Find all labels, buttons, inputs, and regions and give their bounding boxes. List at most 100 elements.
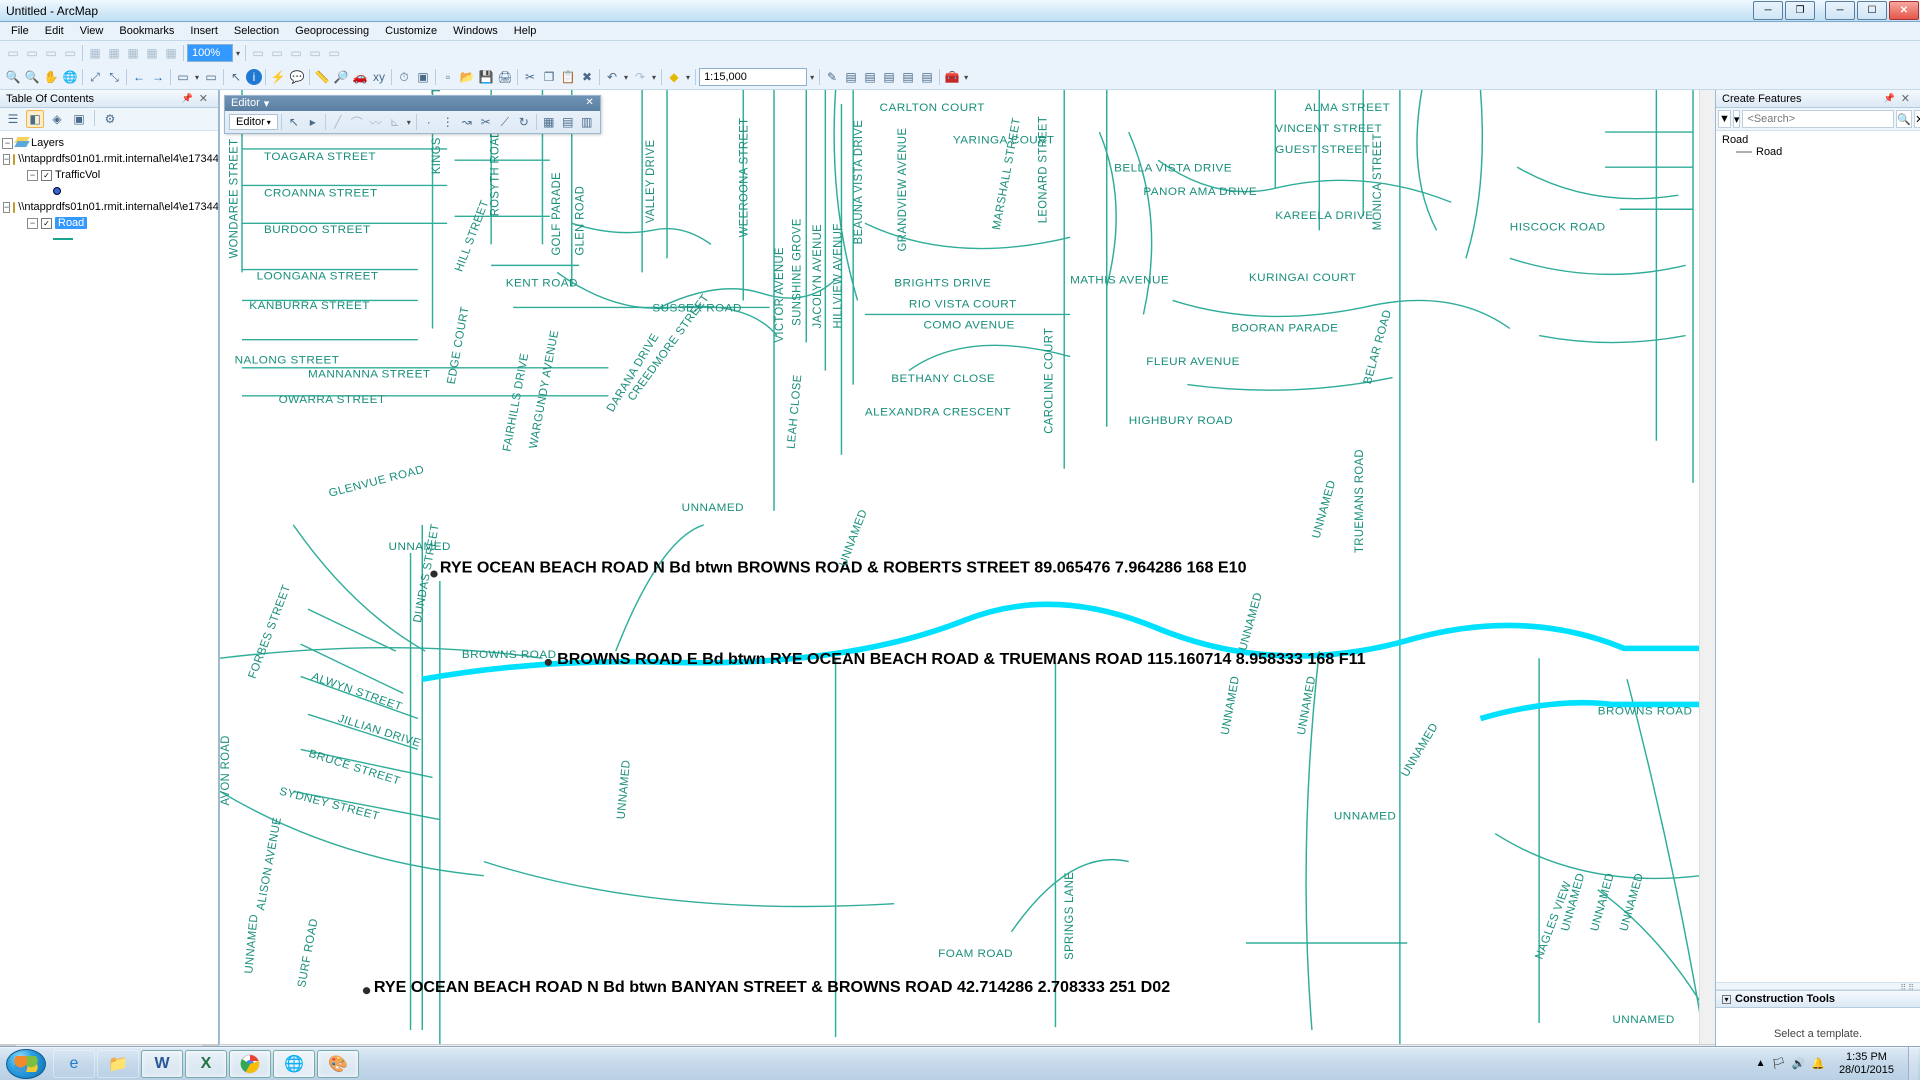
tb-btn-icon[interactable]: ▦ xyxy=(86,44,104,62)
taskbar-chrome-icon[interactable] xyxy=(229,1050,271,1078)
menu-help[interactable]: Help xyxy=(507,23,544,39)
straight-segment-icon[interactable]: ╱ xyxy=(329,113,347,131)
taskbar-clock[interactable]: 1:35 PM 28/01/2015 xyxy=(1831,1051,1902,1075)
dropdown-icon[interactable]: ▾ xyxy=(808,73,816,82)
options-icon[interactable]: ⚙ xyxy=(101,110,119,128)
tb-btn-icon[interactable]: ▭ xyxy=(23,44,41,62)
tray-up-icon[interactable]: ▲ xyxy=(1756,1058,1766,1069)
tb-btn-icon[interactable]: ▦ xyxy=(162,44,180,62)
dropdown-icon[interactable]: ▾ xyxy=(684,73,692,82)
tb-btn-icon[interactable]: ▭ xyxy=(325,44,343,62)
tree-root[interactable]: − Layers xyxy=(2,135,216,151)
clear-search-icon[interactable]: ✕ xyxy=(1914,110,1920,128)
show-desktop-button[interactable] xyxy=(1908,1047,1918,1080)
close-icon[interactable]: ✕ xyxy=(195,92,212,105)
menu-selection[interactable]: Selection xyxy=(227,23,286,39)
create-features-header[interactable]: Create Features 📌 ✕ xyxy=(1716,90,1920,108)
minimize2-button[interactable]: ─ xyxy=(1825,1,1855,20)
tree-layer-trafficvol[interactable]: −✓ TrafficVol xyxy=(2,167,216,183)
dropdown-icon[interactable]: ▾ xyxy=(405,118,413,127)
editor-menu-dropdown[interactable]: Editor▾ xyxy=(229,114,278,130)
delete-icon[interactable]: ✖ xyxy=(578,68,596,86)
menu-edit[interactable]: Edit xyxy=(38,23,71,39)
tray-network-icon[interactable]: 🔊 xyxy=(1792,1057,1806,1070)
taskbar-explorer-icon[interactable]: 📁 xyxy=(97,1050,139,1078)
tree-group[interactable]: − \\ntapprdfs01n01.rmit.internal\el4\e17… xyxy=(2,151,216,167)
search-icon[interactable]: 🔍 xyxy=(1896,110,1912,128)
restore-button[interactable]: ❐ xyxy=(1785,1,1815,20)
save-icon[interactable]: 💾 xyxy=(477,68,495,86)
taskbar-ie-icon[interactable]: e xyxy=(53,1050,95,1078)
editor-dropdown-icon[interactable]: ▾ xyxy=(264,97,270,110)
menu-windows[interactable]: Windows xyxy=(446,23,505,39)
zoom-out-icon[interactable]: 🔍 xyxy=(23,68,41,86)
add-data-icon[interactable]: ◆ xyxy=(665,68,683,86)
dropdown-icon[interactable]: ▾ xyxy=(234,49,242,58)
tb-btn-icon[interactable]: ▭ xyxy=(287,44,305,62)
taskbar-excel-icon[interactable]: X xyxy=(185,1050,227,1078)
tb-btn-icon[interactable]: ▭ xyxy=(268,44,286,62)
python-icon[interactable]: ▤ xyxy=(899,68,917,86)
map-canvas[interactable]: RYE OCEAN BEACH ROAD N Bd btwn BROWNS RO… xyxy=(219,90,1715,1044)
taskbar-arcmap-icon[interactable]: 🌐 xyxy=(273,1050,315,1078)
filter2-icon[interactable]: ▾ xyxy=(1733,110,1741,128)
tb-btn-icon[interactable]: ▦ xyxy=(105,44,123,62)
hyperlink-icon[interactable]: ⚡ xyxy=(269,68,287,86)
close-icon[interactable]: ✕ xyxy=(1897,92,1914,105)
model-builder-icon[interactable]: ▤ xyxy=(918,68,936,86)
menu-file[interactable]: File xyxy=(4,23,36,39)
zoom-in-icon[interactable]: 🔍 xyxy=(4,68,22,86)
toolbox-icon[interactable]: 🧰 xyxy=(943,68,961,86)
select-icon[interactable]: ▭ xyxy=(174,68,192,86)
dropdown-icon[interactable]: ▾ xyxy=(962,73,970,82)
list-visibility-icon[interactable]: ◈ xyxy=(48,110,66,128)
new-icon[interactable]: ▫ xyxy=(439,68,457,86)
close-icon[interactable]: ✕ xyxy=(585,97,593,110)
split-icon[interactable]: ⟋ xyxy=(496,113,514,131)
zoom-percent-input[interactable] xyxy=(187,44,233,62)
catalog-icon[interactable]: ▤ xyxy=(861,68,879,86)
back-icon[interactable]: ← xyxy=(130,68,148,86)
find-route-icon[interactable]: 🚗 xyxy=(351,68,369,86)
map-scale-input[interactable] xyxy=(699,68,807,86)
forward-icon[interactable]: → xyxy=(149,68,167,86)
dropdown-icon[interactable]: ▾ xyxy=(622,73,630,82)
toc-icon[interactable]: ▤ xyxy=(842,68,860,86)
edit-tool-icon[interactable]: ↖ xyxy=(285,113,303,131)
menu-geoprocessing[interactable]: Geoprocessing xyxy=(288,23,376,39)
find-icon[interactable]: 🔎 xyxy=(332,68,350,86)
cut-icon[interactable]: ✂ xyxy=(521,68,539,86)
expand-icon[interactable]: ▾ xyxy=(1722,995,1731,1004)
search-window-icon[interactable]: ▤ xyxy=(880,68,898,86)
toc-header[interactable]: Table Of Contents 📌 ✕ xyxy=(0,90,218,108)
resize-grip[interactable]: ⣿⣿ xyxy=(1716,982,1920,990)
print-icon[interactable]: 🖨 xyxy=(496,68,514,86)
tb-btn-icon[interactable]: ▭ xyxy=(4,44,22,62)
tb-btn-icon[interactable]: ▭ xyxy=(42,44,60,62)
fixed-zoom-out-icon[interactable]: ⤡ xyxy=(105,68,123,86)
undo-icon[interactable]: ↶ xyxy=(603,68,621,86)
tray-flag-icon[interactable]: 🏳 xyxy=(1772,1057,1786,1070)
attributes-icon[interactable]: ▦ xyxy=(540,113,558,131)
filter-icon[interactable]: ▼ xyxy=(1718,110,1731,128)
editor-toolbar[interactable]: Editor ▾ ✕ Editor▾ ↖ ▸ ╱ ⌒ 〰 ⊾ ▾ · ⋮ ↝ ✂ xyxy=(224,95,601,134)
tb-btn-icon[interactable]: ▭ xyxy=(61,44,79,62)
identify-icon[interactable]: i xyxy=(246,69,262,85)
measure-icon[interactable]: 📏 xyxy=(313,68,331,86)
menu-insert[interactable]: Insert xyxy=(183,23,225,39)
goto-xy-icon[interactable]: xy xyxy=(370,68,388,86)
taskbar-paint-icon[interactable]: 🎨 xyxy=(317,1050,359,1078)
menu-bookmarks[interactable]: Bookmarks xyxy=(112,23,181,39)
arc-segment-icon[interactable]: ⌒ xyxy=(348,113,366,131)
right-angle-icon[interactable]: ⊾ xyxy=(386,113,404,131)
create-features-icon[interactable]: ▥ xyxy=(578,113,596,131)
list-source-icon[interactable]: ◧ xyxy=(26,110,44,128)
list-selection-icon[interactable]: ▣ xyxy=(70,110,88,128)
point-icon[interactable]: · xyxy=(420,113,438,131)
tree-group[interactable]: − \\ntapprdfs01n01.rmit.internal\el4\e17… xyxy=(2,199,216,215)
reshape-icon[interactable]: ↝ xyxy=(458,113,476,131)
edit-vertices-icon[interactable]: ⋮ xyxy=(439,113,457,131)
pointer-icon[interactable]: ↖ xyxy=(227,68,245,86)
pin-icon[interactable]: 📌 xyxy=(1882,93,1897,104)
map-vscrollbar[interactable] xyxy=(1699,90,1715,1044)
